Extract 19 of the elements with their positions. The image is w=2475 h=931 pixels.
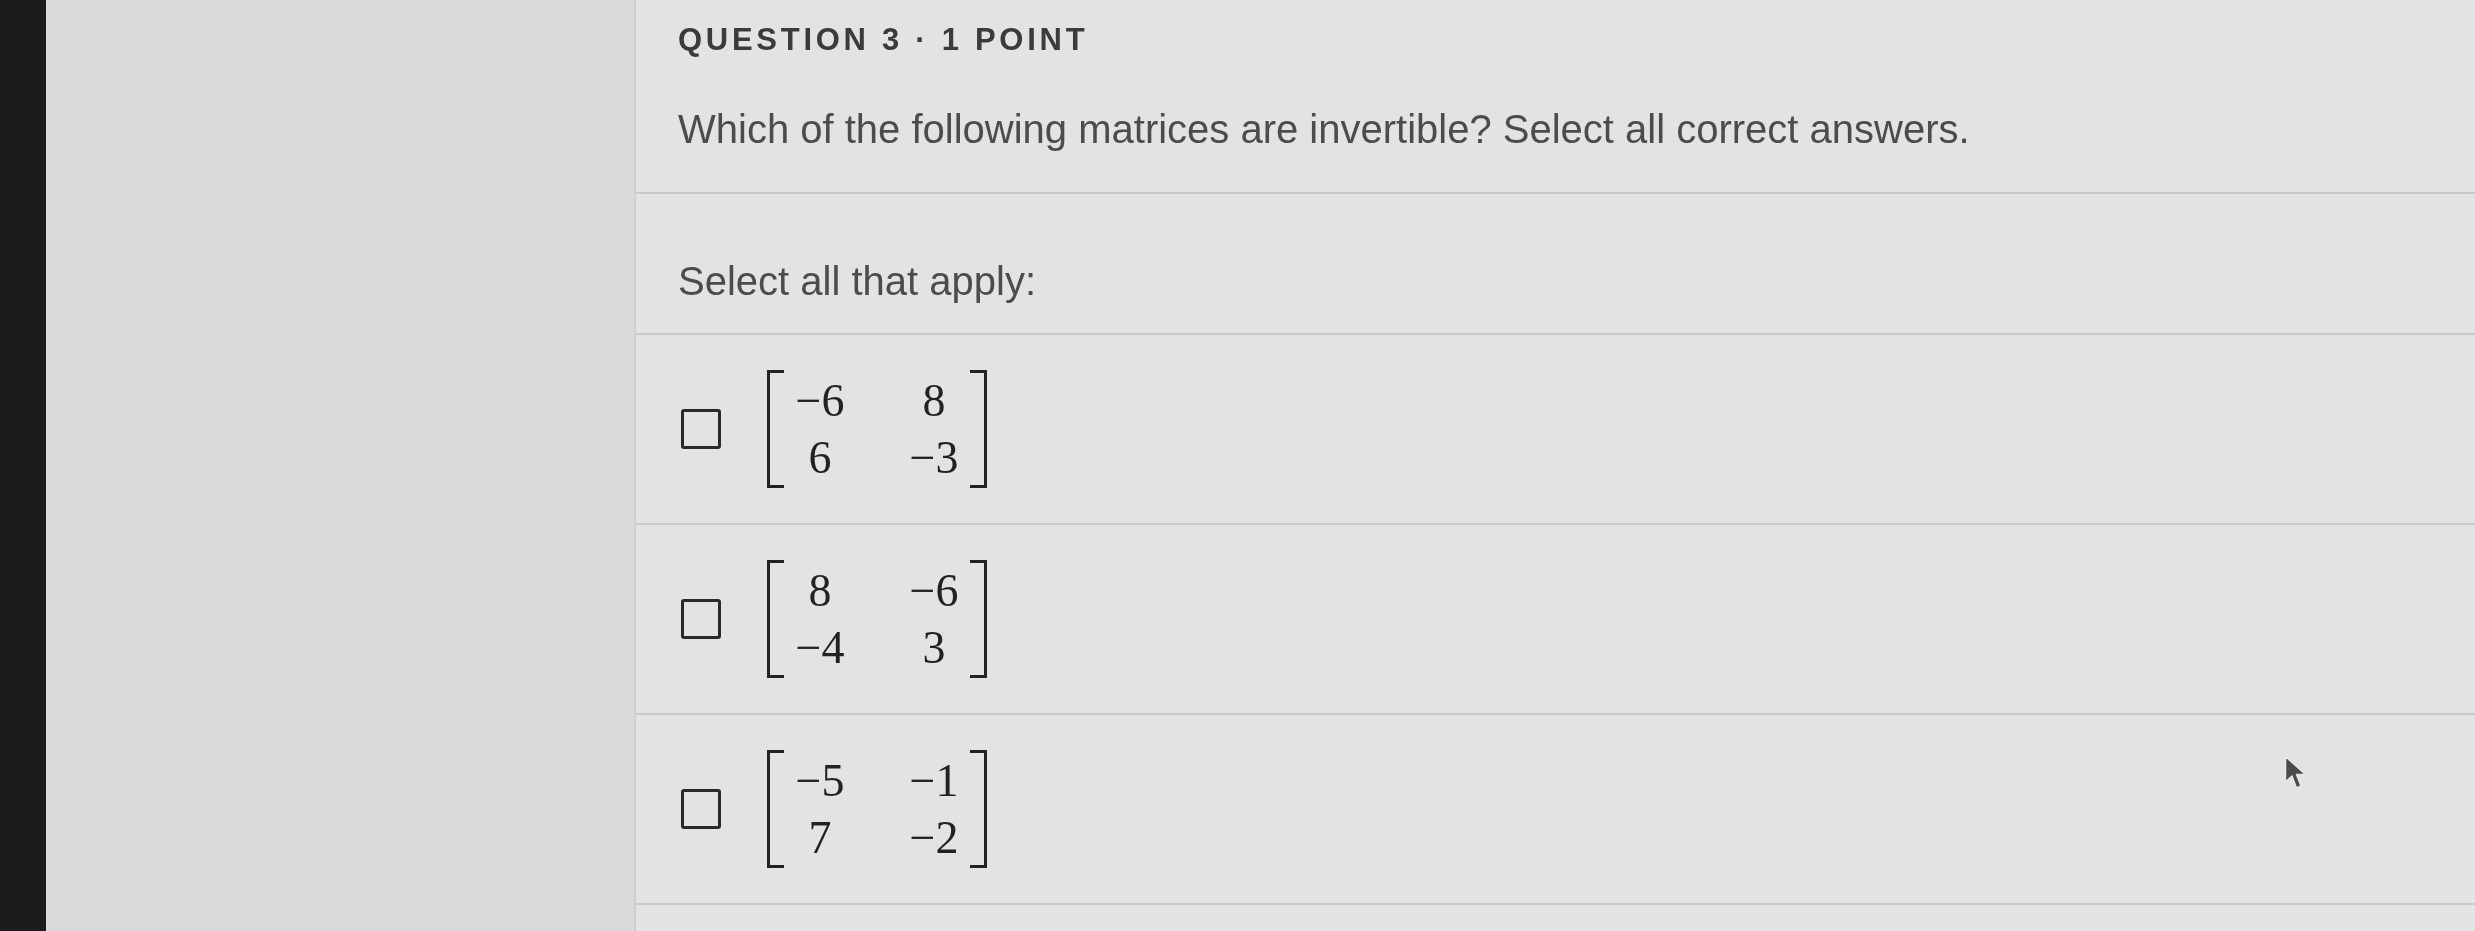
question-heading: QUESTION 3 · 1 POINT [678,21,1089,59]
checkbox[interactable] [681,599,721,639]
checkbox[interactable] [681,789,721,829]
instruction-text: Select all that apply: [678,258,1036,305]
matrix-entry: 8 [808,564,832,618]
matrix-entry: −4 [795,621,845,675]
matrix-entry: 8 [922,374,946,428]
matrix-entry: −5 [795,754,845,808]
matrix-entry: 7 [808,811,832,865]
checkbox[interactable] [681,409,721,449]
matrix-entry: 3 [922,621,946,675]
matrix-entry: 6 [808,431,832,485]
matrix-entry: −3 [909,431,959,485]
mouse-pointer-icon [2284,755,2308,790]
question-text: Which of the following matrices are invertible? Select all correct answers. [678,106,1970,153]
matrix-entry: −6 [909,564,959,618]
matrix-entry: −2 [909,811,959,865]
matrix-entry: −1 [909,754,959,808]
matrix-entry: −6 [795,374,845,428]
